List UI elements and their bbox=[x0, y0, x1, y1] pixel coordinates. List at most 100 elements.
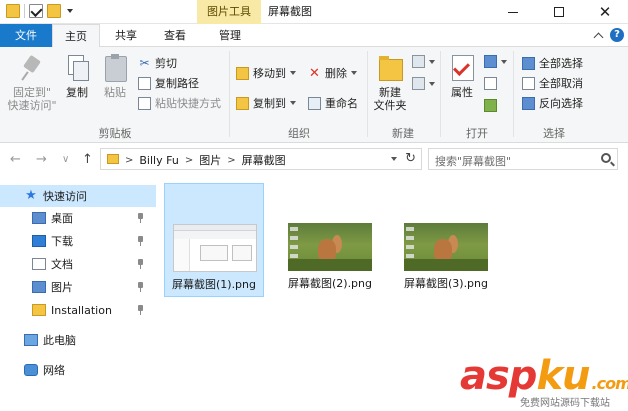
group-divider bbox=[513, 51, 514, 137]
breadcrumb-item-billy-fu[interactable]: Billy Fu bbox=[139, 154, 178, 167]
computer-icon bbox=[24, 334, 38, 346]
nav-item-desktop[interactable]: 桌面 bbox=[0, 207, 156, 229]
copy-path-label: 复制路径 bbox=[155, 77, 199, 90]
delete-button[interactable]: ✕ 删除 bbox=[308, 65, 357, 81]
breadcrumb-separator: > bbox=[227, 154, 236, 166]
select-none-label: 全部取消 bbox=[539, 77, 583, 90]
search-input[interactable]: 搜索"屏幕截图" bbox=[435, 153, 511, 169]
nav-item-pictures[interactable]: 图片 bbox=[0, 276, 156, 298]
new-item-button[interactable] bbox=[412, 55, 435, 68]
move-to-dropdown-icon bbox=[290, 71, 296, 75]
open-group-label: 打开 bbox=[466, 127, 488, 140]
folder-icon bbox=[6, 4, 20, 18]
invert-selection-icon bbox=[522, 96, 535, 110]
group-divider bbox=[367, 51, 368, 137]
breadcrumb-item-pictures[interactable]: 图片 bbox=[199, 152, 221, 168]
search-box[interactable]: 搜索"屏幕截图" bbox=[428, 148, 618, 170]
nav-item-downloads[interactable]: 下载 bbox=[0, 230, 156, 252]
watermark-brand-a: asp bbox=[460, 353, 537, 399]
help-icon[interactable]: ? bbox=[610, 28, 624, 42]
copy-path-button[interactable]: 复制路径 bbox=[138, 75, 199, 91]
watermark-domain: .com bbox=[591, 374, 628, 393]
minimize-button[interactable] bbox=[490, 0, 536, 24]
tab-home[interactable]: 主页 bbox=[52, 24, 100, 48]
rename-icon bbox=[308, 96, 321, 110]
easy-access-button[interactable] bbox=[412, 77, 435, 90]
nav-item-documents[interactable]: 文档 bbox=[0, 253, 156, 275]
select-all-button[interactable]: 全部选择 bbox=[522, 55, 583, 71]
invert-selection-button[interactable]: 反向选择 bbox=[522, 95, 583, 111]
open-button[interactable] bbox=[484, 55, 507, 68]
file-item[interactable]: 屏幕截图(2).png bbox=[280, 183, 380, 297]
file-item[interactable]: 屏幕截图(1).png bbox=[164, 183, 264, 297]
file-thumbnail bbox=[404, 223, 488, 271]
pin-icon bbox=[19, 53, 45, 83]
group-divider bbox=[440, 51, 441, 137]
collapse-ribbon-icon[interactable] bbox=[593, 32, 604, 42]
invert-selection-label: 反向选择 bbox=[539, 97, 583, 110]
breadcrumb-separator: > bbox=[184, 154, 194, 166]
properties-button[interactable]: 属性 bbox=[444, 53, 480, 99]
nav-item-network[interactable]: 网络 bbox=[0, 359, 156, 381]
paste-button[interactable]: 粘贴 bbox=[98, 53, 132, 99]
up-icon[interactable]: ↑ bbox=[82, 152, 93, 167]
new-folder-button[interactable]: 新建 文件夹 bbox=[370, 53, 410, 112]
edit-button[interactable] bbox=[484, 77, 497, 90]
new-folder-icon bbox=[377, 53, 403, 83]
history-button[interactable] bbox=[484, 99, 497, 112]
move-to-icon bbox=[236, 66, 249, 80]
cut-label: 剪切 bbox=[155, 57, 177, 70]
window-title: 屏幕截图 bbox=[268, 5, 312, 18]
copy-label: 复制 bbox=[66, 86, 88, 99]
properties-quick-icon[interactable] bbox=[29, 4, 43, 18]
close-button[interactable]: ✕ bbox=[582, 0, 628, 24]
tab-manage[interactable]: 管理 bbox=[206, 24, 254, 47]
easy-access-icon bbox=[412, 77, 425, 90]
maximize-button[interactable] bbox=[536, 0, 582, 24]
customize-toolbar-dropdown-icon[interactable] bbox=[67, 9, 73, 13]
delete-label: 删除 bbox=[325, 67, 347, 80]
pin-icon bbox=[137, 213, 144, 223]
forward-icon[interactable]: → bbox=[36, 152, 47, 167]
network-icon bbox=[24, 364, 38, 376]
tab-view[interactable]: 查看 bbox=[152, 24, 198, 47]
copy-path-icon bbox=[138, 76, 151, 90]
new-group-label: 新建 bbox=[392, 127, 414, 140]
nav-item-installation[interactable]: Installation bbox=[0, 299, 156, 321]
move-to-button[interactable]: 移动到 bbox=[236, 65, 296, 81]
nav-item-this-pc[interactable]: 此电脑 bbox=[0, 329, 156, 351]
nav-item-quick-access[interactable]: ★ 快速访问 bbox=[0, 185, 156, 207]
select-all-icon bbox=[522, 56, 535, 70]
recent-locations-icon[interactable]: ∨ bbox=[62, 154, 69, 165]
address-bar[interactable]: > Billy Fu > 图片 > 屏幕截图 ↻ bbox=[100, 148, 422, 170]
new-folder-quick-icon[interactable] bbox=[47, 4, 61, 18]
delete-dropdown-icon bbox=[351, 71, 357, 75]
cut-button[interactable]: ✂ 剪切 bbox=[138, 55, 177, 71]
back-icon[interactable]: ← bbox=[10, 152, 21, 167]
breadcrumb-item-screenshots[interactable]: 屏幕截图 bbox=[242, 152, 286, 168]
ribbon: 固定到" 快速访问" 复制 粘贴 ✂ 剪切 复制路径 粘贴快捷方式 剪贴板 移动… bbox=[0, 47, 628, 143]
file-thumbnail bbox=[288, 223, 372, 271]
file-item[interactable]: 屏幕截图(3).png bbox=[396, 183, 496, 297]
ribbon-tabs: 文件 主页 共享 查看 管理 ? bbox=[0, 24, 628, 48]
breadcrumb: > Billy Fu > 图片 > 屏幕截图 bbox=[125, 152, 286, 168]
new-item-icon bbox=[412, 55, 425, 68]
nav-item-label: 桌面 bbox=[51, 212, 73, 225]
copy-to-button[interactable]: 复制到 bbox=[236, 95, 296, 111]
refresh-icon[interactable]: ↻ bbox=[405, 151, 416, 166]
select-group-label: 选择 bbox=[543, 127, 565, 140]
address-history-dropdown-icon[interactable] bbox=[391, 157, 397, 161]
pin-to-quick-access-button[interactable]: 固定到" 快速访问" bbox=[4, 53, 60, 112]
copy-button[interactable]: 复制 bbox=[60, 53, 94, 99]
copy-icon bbox=[64, 53, 90, 83]
new-folder-label-line2: 文件夹 bbox=[373, 99, 407, 112]
rename-button[interactable]: 重命名 bbox=[308, 95, 358, 111]
search-icon[interactable] bbox=[601, 153, 611, 163]
folder-icon bbox=[107, 154, 119, 164]
tab-file[interactable]: 文件 bbox=[0, 24, 52, 47]
tab-share[interactable]: 共享 bbox=[104, 24, 148, 47]
select-none-button[interactable]: 全部取消 bbox=[522, 75, 583, 91]
paste-shortcut-button[interactable]: 粘贴快捷方式 bbox=[138, 95, 221, 111]
pin-icon bbox=[137, 282, 144, 292]
move-to-label: 移动到 bbox=[253, 67, 286, 80]
